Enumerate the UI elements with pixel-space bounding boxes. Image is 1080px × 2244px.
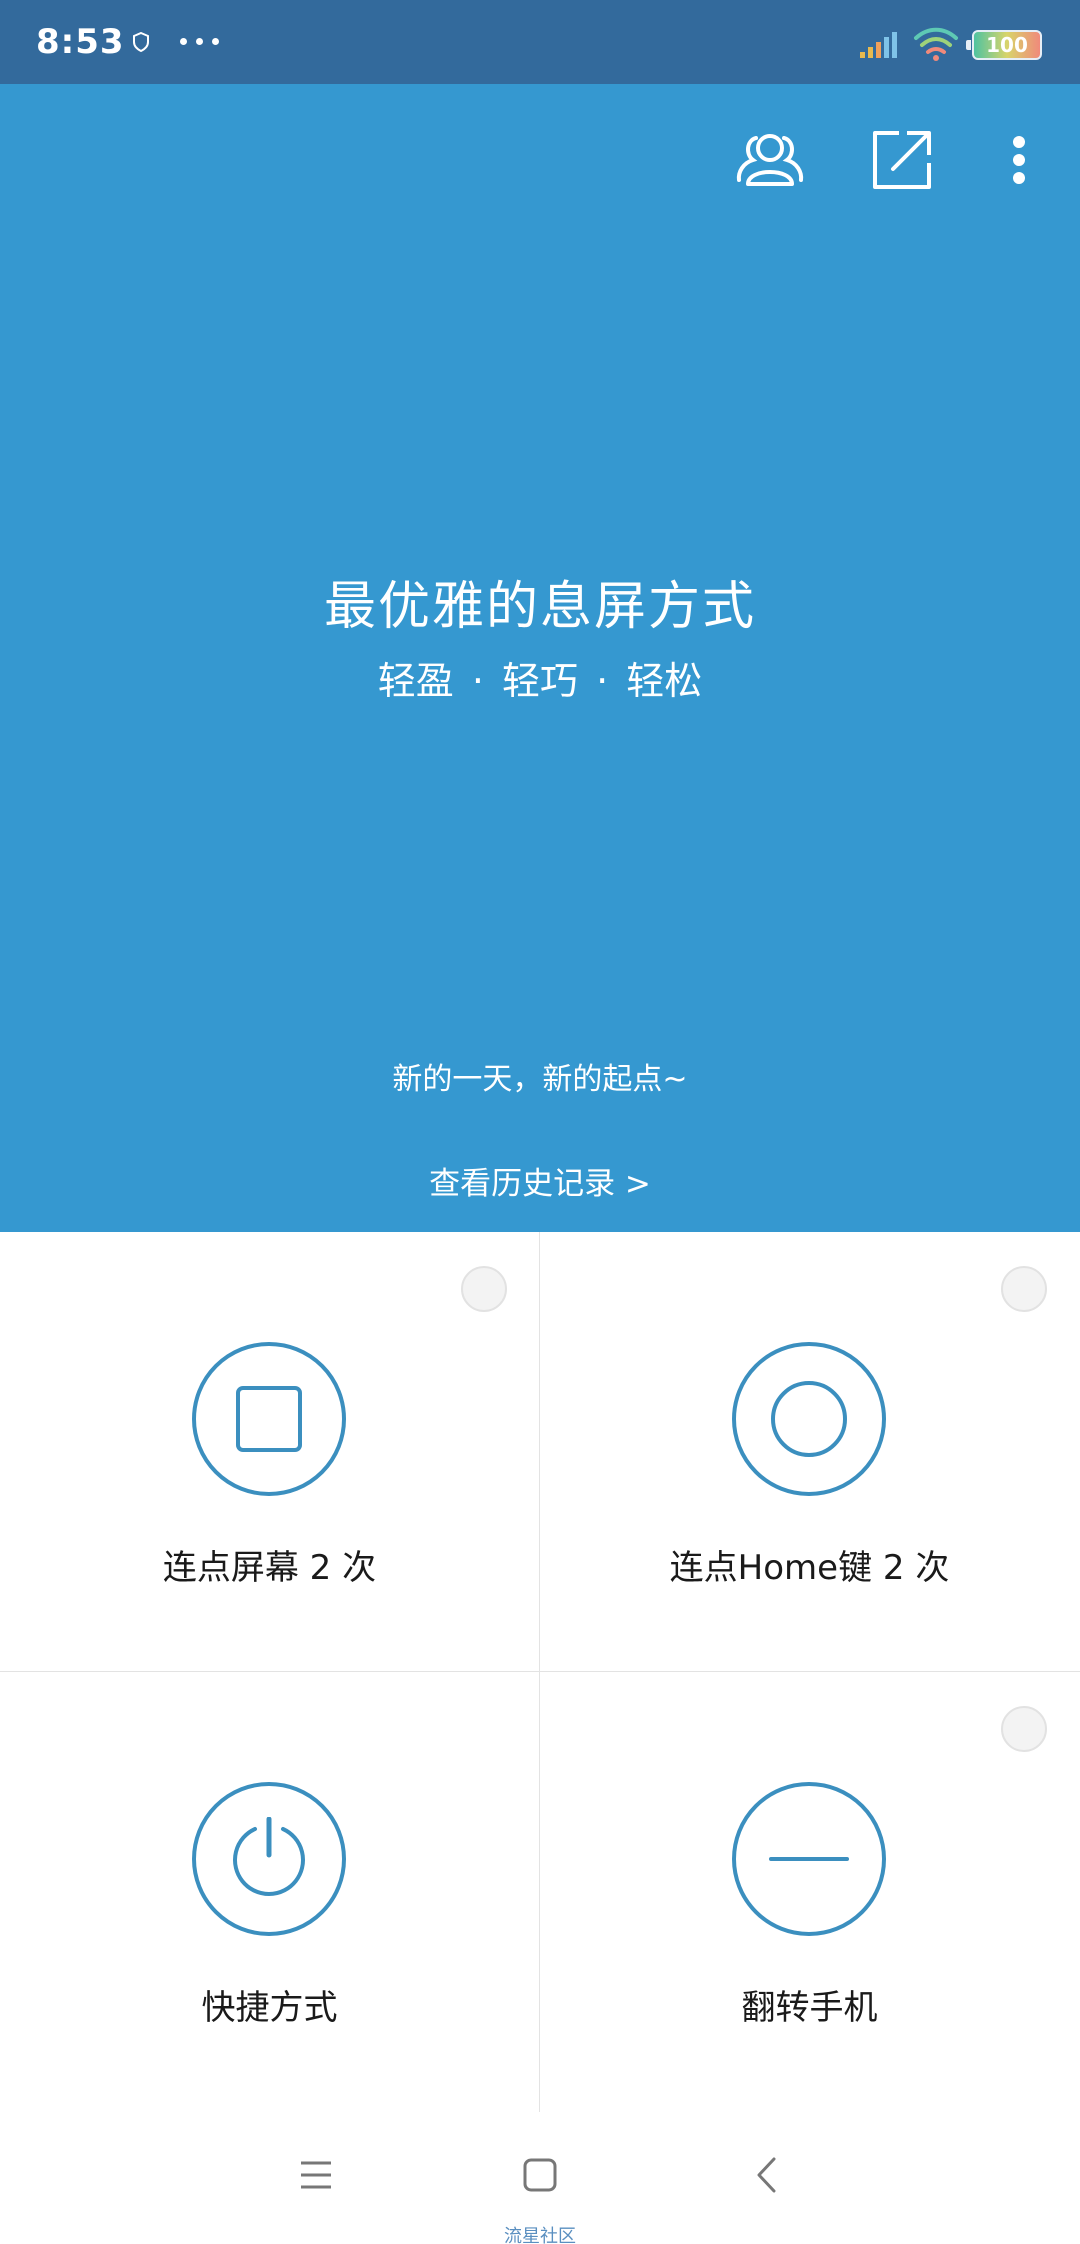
circle-icon xyxy=(732,1342,886,1496)
options-grid: 连点屏幕 2 次 连点Home键 2 次 快捷方式 翻转手机 xyxy=(0,1232,1080,2112)
wifi-icon xyxy=(914,27,958,61)
battery-icon: 100 xyxy=(966,30,1042,60)
watermark-text: 流星社区 xyxy=(504,2226,576,2244)
option-double-tap-screen[interactable]: 连点屏幕 2 次 xyxy=(0,1232,539,1671)
shield-icon xyxy=(133,32,149,52)
option-label: 连点Home键 2 次 xyxy=(669,1548,950,1588)
battery-level: 100 xyxy=(986,33,1028,57)
status-bar: 8:53 100 xyxy=(0,0,1080,84)
option-toggle[interactable] xyxy=(1001,1706,1047,1752)
minus-icon xyxy=(732,1782,886,1936)
menu-icon[interactable] xyxy=(286,2150,346,2200)
option-toggle[interactable] xyxy=(1001,1266,1047,1312)
square-icon xyxy=(192,1342,346,1496)
home-icon[interactable] xyxy=(510,2150,570,2200)
option-label: 连点屏幕 2 次 xyxy=(162,1548,377,1588)
option-shortcut[interactable]: 快捷方式 xyxy=(0,1672,539,2111)
history-link[interactable]: 查看历史记录 > xyxy=(0,1158,1080,1203)
back-icon[interactable] xyxy=(736,2150,796,2200)
more-dots-icon xyxy=(180,38,219,45)
hero-greeting: 新的一天，新的起点~ xyxy=(392,1062,688,1097)
navigation-bar: 流星社区 xyxy=(0,2112,1080,2244)
signal-icon xyxy=(860,32,897,58)
option-label: 翻转手机 xyxy=(741,1988,878,2028)
option-toggle[interactable] xyxy=(461,1266,507,1312)
power-icon xyxy=(192,1782,346,1936)
hero-banner: 最优雅的息屏方式 轻盈 · 轻巧 · 轻松 新的一天，新的起点~ 查看历史记录 … xyxy=(0,84,1080,1232)
users-icon[interactable] xyxy=(730,120,810,200)
option-flip-phone[interactable]: 翻转手机 xyxy=(540,1672,1079,2111)
open-external-icon[interactable] xyxy=(862,120,942,200)
hero-title: 最优雅的息屏方式 xyxy=(323,577,756,637)
status-time: 8:53 xyxy=(36,22,125,62)
screen: 8:53 100 最优雅的息屏方式 轻盈 · 轻巧 · 轻松 新的一天，新的起点… xyxy=(0,0,1080,2244)
option-label: 快捷方式 xyxy=(201,1988,338,2028)
more-vertical-icon[interactable] xyxy=(994,120,1044,200)
option-double-tap-home[interactable]: 连点Home键 2 次 xyxy=(540,1232,1079,1671)
hero-subtitle: 轻盈 · 轻巧 · 轻松 xyxy=(377,659,703,703)
